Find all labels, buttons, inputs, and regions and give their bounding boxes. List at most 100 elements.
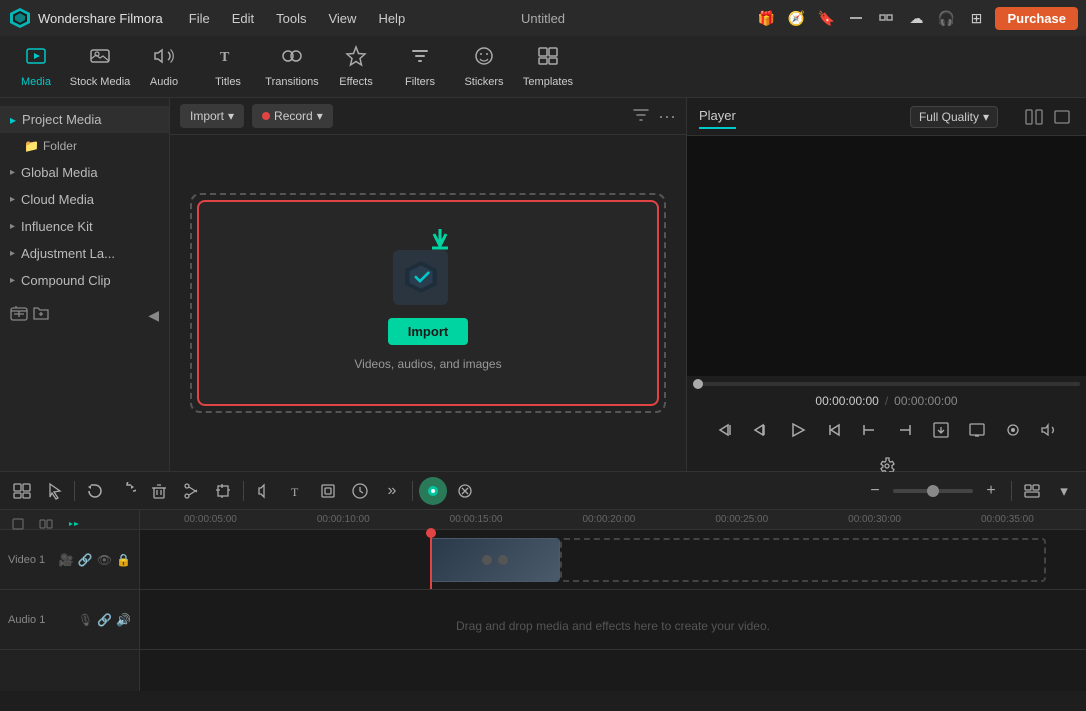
zoom-track[interactable] [893,489,973,493]
text-button[interactable]: T [282,477,310,505]
sidebar-compound-clip[interactable]: ▸ Compound Clip [0,267,169,294]
split-view-icon[interactable] [1022,105,1046,129]
select-tool-button[interactable] [40,477,68,505]
sidebar-global-media[interactable]: ▸ Global Media [0,159,169,186]
crop2-button[interactable] [314,477,342,505]
video-track-camera-icon[interactable]: 🎥 [59,553,74,567]
timecode-progress-bar[interactable] [693,382,1080,386]
player-tab[interactable]: Player [699,104,736,129]
crop-button[interactable] [209,477,237,505]
gift-icon[interactable]: 🎁 [755,7,777,29]
filmora-import-logo [393,236,463,306]
speed-button[interactable] [346,477,374,505]
quality-arrow: ▾ [983,110,989,124]
audio-button[interactable] [250,477,278,505]
import-button[interactable]: Import ▾ [180,104,244,128]
video-effects-button[interactable] [451,477,479,505]
mark-out-button[interactable] [891,416,919,444]
purchase-button[interactable]: Purchase [995,7,1078,30]
audio-track-link-icon[interactable]: 🔗 [97,613,112,627]
snapshot-button[interactable] [999,416,1027,444]
menu-help[interactable]: Help [368,7,415,30]
ai-tools-button[interactable] [419,477,447,505]
link-tracks-icon[interactable] [34,512,58,536]
export-frame-button[interactable] [927,416,955,444]
player-viewport [687,136,1086,376]
tool-effects[interactable]: Effects [324,38,388,96]
sidebar-project-media-header[interactable]: ▸ Project Media [0,106,169,133]
volume-button[interactable] [1035,416,1063,444]
record-dot-icon [262,112,270,120]
maximize-icon[interactable] [875,7,897,29]
tool-titles[interactable]: T Titles [196,38,260,96]
tool-filters[interactable]: Filters [388,38,452,96]
play-button[interactable] [783,416,811,444]
video-track-eye-icon[interactable]: 👁 [97,553,112,567]
import-green-button[interactable]: Import [388,318,468,345]
audio-track-label: Audio 1 [8,614,45,626]
frame-forward-button[interactable] [819,416,847,444]
settings2-button[interactable]: ▾ [1050,477,1078,505]
more-options-icon[interactable]: ··· [658,106,676,127]
quality-dropdown[interactable]: Full Quality ▾ [910,106,998,128]
tool-transitions[interactable]: Transitions [260,38,324,96]
tool-stickers[interactable]: Stickers [452,38,516,96]
import-drop-area[interactable]: Import Videos, audios, and images [190,193,666,413]
mark-in-button[interactable] [855,416,883,444]
audio-track-mic-icon[interactable]: 🎙 [78,613,93,627]
video-track-link-icon[interactable]: 🔗 [78,553,93,567]
zoom-in-button[interactable]: + [977,477,1005,505]
filter-icon[interactable] [632,106,650,127]
minimize-icon[interactable] [845,7,867,29]
tool-stock-media[interactable]: Stock Media [68,38,132,96]
menu-view[interactable]: View [318,7,366,30]
bookmark-icon[interactable]: 🔖 [815,7,837,29]
sidebar-collapse-icon[interactable]: ◀ [148,307,159,324]
menu-edit[interactable]: Edit [222,7,264,30]
audio-track-vol-icon[interactable]: 🔊 [116,613,131,627]
more-button[interactable]: » [378,477,406,505]
go-to-start-button[interactable] [711,416,739,444]
project-media-chevron: ▸ [10,113,16,127]
frame-back-button[interactable] [747,416,775,444]
record-dropdown-arrow[interactable]: ▾ [317,109,323,123]
undo-button[interactable] [81,477,109,505]
record-button[interactable]: Record ▾ [252,104,333,128]
tool-templates[interactable]: Templates [516,38,580,96]
layout-toggle-button[interactable] [1018,477,1046,505]
zoom-slider[interactable] [893,489,973,493]
navigation-icon[interactable]: 🧭 [785,7,807,29]
ruler-mark-5: 00:00:30:00 [848,514,901,525]
new-folder-icon[interactable] [32,304,50,327]
video-track-lock-icon[interactable]: 🔒 [116,553,131,567]
fullscreen-icon[interactable] [1050,105,1074,129]
cloud-upload-icon[interactable]: ☁ [905,7,927,29]
video-clip[interactable] [430,538,560,582]
menu-tools[interactable]: Tools [266,7,316,30]
add-track-icon[interactable] [6,512,30,536]
green-track-icon[interactable] [62,512,86,536]
sidebar-folder-item[interactable]: 📁 Folder [0,133,169,159]
import-drop-box[interactable]: Import Videos, audios, and images [197,200,659,406]
delete-button[interactable] [145,477,173,505]
tool-media[interactable]: Media [4,38,68,96]
add-folder-icon[interactable] [10,304,28,327]
sidebar-influence-kit[interactable]: ▸ Influence Kit [0,213,169,240]
zoom-out-button[interactable]: − [861,477,889,505]
tool-audio[interactable]: Audio [132,38,196,96]
sidebar-adjustment-layer[interactable]: ▸ Adjustment La... [0,240,169,267]
clip-monitor-button[interactable] [963,416,991,444]
apps-icon[interactable]: ⊞ [965,7,987,29]
sidebar-cloud-media[interactable]: ▸ Cloud Media [0,186,169,213]
clip-extend-area[interactable] [560,538,1046,582]
headphones-icon[interactable]: 🎧 [935,7,957,29]
scenes-button[interactable] [8,477,36,505]
window-title: Untitled [521,11,565,26]
quality-select[interactable]: Full Quality ▾ [910,106,998,128]
menu-file[interactable]: File [179,7,220,30]
import-dropdown-arrow[interactable]: ▾ [228,109,234,123]
cut-button[interactable] [177,477,205,505]
transitions-icon [281,45,303,73]
playhead[interactable] [430,530,432,589]
redo-button[interactable] [113,477,141,505]
